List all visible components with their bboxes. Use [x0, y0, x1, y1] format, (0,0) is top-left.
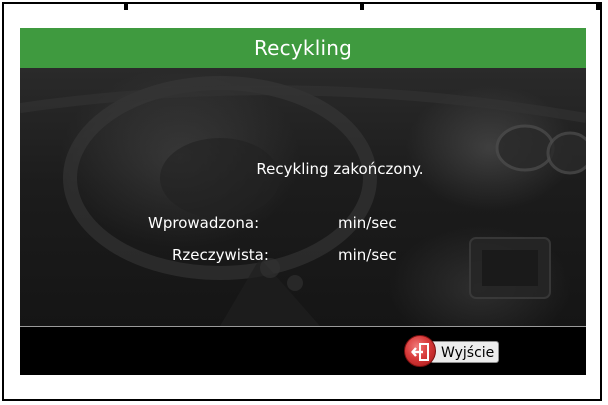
exit-button-label[interactable]: Wyjście [430, 341, 500, 363]
frame-tick [360, 4, 364, 10]
footer-bar: Wyjście [20, 327, 586, 375]
title-bar: Recykling [20, 28, 586, 68]
status-message: Recykling zakończony. [256, 160, 424, 178]
frame-tick [124, 4, 128, 10]
entered-value: min/sec [338, 214, 397, 232]
entered-label: Wprowadzona: [148, 214, 260, 232]
actual-value: min/sec [338, 246, 397, 264]
page-title: Recykling [253, 36, 352, 60]
device-screen: Recykling Recykling zakończony. Wprowadz… [20, 28, 586, 375]
exit-button[interactable]: Wyjście [404, 335, 500, 367]
car-interior-background [20, 76, 586, 326]
frame-tick [596, 4, 600, 10]
exit-door-icon[interactable] [404, 335, 436, 367]
actual-label: Rzeczywista: [172, 246, 269, 264]
content-area: Recykling zakończony. Wprowadzona: min/s… [20, 68, 586, 326]
